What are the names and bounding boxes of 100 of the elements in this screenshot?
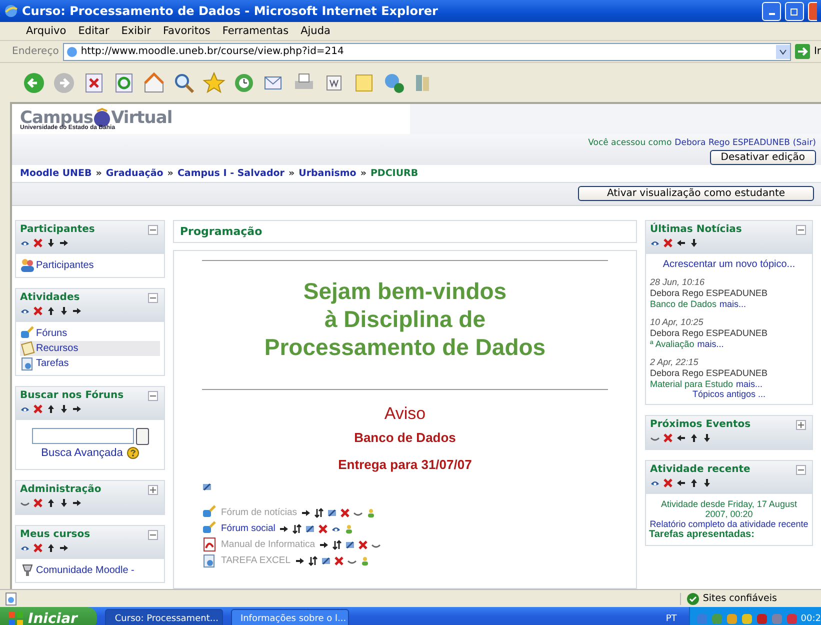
- more-link[interactable]: mais...: [736, 379, 763, 389]
- arrow-up-icon[interactable]: [689, 432, 699, 442]
- block-link[interactable]: Tarefas: [20, 356, 160, 371]
- edit-icon[interactable]: [345, 540, 355, 550]
- collapse-icon[interactable]: [796, 225, 806, 235]
- arrow-left-icon[interactable]: [676, 238, 686, 248]
- delete-icon[interactable]: [33, 542, 43, 552]
- collapse-icon[interactable]: [148, 225, 158, 235]
- delete-icon[interactable]: [33, 404, 43, 414]
- expand-icon[interactable]: [796, 420, 806, 430]
- person-icon[interactable]: [360, 556, 370, 566]
- language-indicator[interactable]: PT: [666, 614, 677, 624]
- arrow-right-icon[interactable]: [59, 238, 69, 248]
- taskbar-button[interactable]: Informações sobre o l...: [231, 609, 350, 625]
- menu-item[interactable]: Exibir: [115, 25, 157, 37]
- block-link[interactable]: Recursos: [20, 341, 160, 356]
- arrow-down-icon[interactable]: [59, 498, 69, 508]
- breadcrumb-link[interactable]: Campus I - Salvador: [177, 168, 284, 179]
- arrow-right-icon[interactable]: [294, 556, 305, 566]
- person-icon[interactable]: [366, 508, 376, 518]
- home-icon[interactable]: [142, 70, 166, 94]
- edit-icon[interactable]: [305, 524, 316, 534]
- arrow-down-icon[interactable]: [59, 404, 69, 414]
- expand-icon[interactable]: [148, 485, 158, 495]
- breadcrumb-link[interactable]: PDCIURB: [370, 168, 418, 179]
- go-label[interactable]: Ir: [814, 46, 821, 57]
- menu-item[interactable]: Favoritos: [156, 25, 216, 37]
- minimize-button[interactable]: [762, 2, 781, 20]
- advanced-search-link[interactable]: Busca Avançada: [41, 447, 123, 459]
- arrow-up-icon[interactable]: [46, 306, 56, 316]
- delete-icon[interactable]: [663, 478, 673, 488]
- full-report-link[interactable]: Relatório completo da atividade recente: [650, 519, 808, 529]
- edit-icon[interactable]: [327, 508, 338, 518]
- arrow-down-icon[interactable]: [702, 432, 712, 442]
- start-button[interactable]: Iniciar: [0, 607, 98, 625]
- delete-icon[interactable]: [33, 238, 43, 248]
- activity-link[interactable]: Fórum social: [221, 523, 276, 534]
- edit-mode-button[interactable]: Desativar edição: [710, 150, 816, 165]
- arrow-up-icon[interactable]: [46, 404, 56, 414]
- menu-item[interactable]: Ferramentas: [216, 25, 295, 37]
- menu-item[interactable]: Arquivo: [20, 25, 72, 37]
- delete-icon[interactable]: [358, 540, 368, 550]
- arrow-left-icon[interactable]: [676, 478, 686, 488]
- arrow-down-icon[interactable]: [702, 478, 712, 488]
- add-topic-link[interactable]: Acrescentar um novo tópico...: [650, 259, 808, 270]
- help-icon[interactable]: [126, 447, 139, 459]
- star-icon[interactable]: [202, 70, 226, 94]
- arrow-down-icon[interactable]: [689, 238, 699, 248]
- delete-icon[interactable]: [318, 524, 328, 534]
- delete-icon[interactable]: [33, 306, 43, 316]
- delete-icon[interactable]: [663, 238, 673, 248]
- more-link[interactable]: mais...: [697, 339, 724, 349]
- move-icon[interactable]: [308, 556, 318, 566]
- block-link[interactable]: Participantes: [20, 258, 160, 273]
- more-link[interactable]: mais...: [720, 299, 746, 309]
- arrow-right-icon[interactable]: [72, 404, 82, 414]
- collapse-icon[interactable]: [796, 465, 806, 475]
- student-view-button[interactable]: Ativar visualização como estudante: [578, 186, 814, 201]
- arrow-down-icon[interactable]: [46, 238, 56, 248]
- arrow-up-icon[interactable]: [689, 478, 699, 488]
- menu-item[interactable]: Ajuda: [294, 25, 336, 37]
- block-link[interactable]: Comunidade Moodle -: [20, 563, 160, 578]
- back-icon[interactable]: [22, 70, 46, 94]
- search-field[interactable]: [32, 428, 134, 444]
- taskbar-button[interactable]: Curso: Processament...: [105, 609, 224, 625]
- block-link[interactable]: Fóruns: [20, 326, 160, 341]
- collapse-icon[interactable]: [148, 391, 158, 401]
- move-icon[interactable]: [314, 508, 324, 518]
- arrow-right-icon[interactable]: [279, 524, 290, 534]
- move-icon[interactable]: [332, 540, 342, 550]
- logout-link[interactable]: (Sair): [792, 138, 816, 148]
- search-button[interactable]: [136, 428, 148, 445]
- collapse-icon[interactable]: [148, 530, 158, 540]
- move-icon[interactable]: [292, 524, 302, 534]
- edit-icon[interactable]: [320, 556, 331, 566]
- arrow-right-icon[interactable]: [72, 498, 82, 508]
- arrow-right-icon[interactable]: [301, 508, 312, 518]
- breadcrumb-link[interactable]: Moodle UNEB: [20, 168, 92, 179]
- delete-icon[interactable]: [334, 556, 344, 566]
- edit-icon[interactable]: [202, 482, 212, 492]
- breadcrumb-link[interactable]: Graduação: [106, 168, 164, 179]
- close-button[interactable]: [808, 2, 817, 20]
- older-topics-link[interactable]: Tópicos antigos ...: [650, 389, 808, 399]
- go-icon[interactable]: [794, 44, 810, 59]
- breadcrumb-link[interactable]: Urbanismo: [298, 168, 356, 179]
- arrow-up-icon[interactable]: [46, 542, 56, 552]
- user-link[interactable]: Debora Rego ESPEADUNEB: [674, 138, 790, 148]
- delete-icon[interactable]: [663, 432, 673, 442]
- arrow-up-icon[interactable]: [46, 498, 56, 508]
- menu-item[interactable]: Editar: [72, 25, 116, 37]
- dropdown-icon[interactable]: [776, 44, 790, 58]
- arrow-right-icon[interactable]: [59, 542, 69, 552]
- arrow-down-icon[interactable]: [59, 306, 69, 316]
- delete-icon[interactable]: [33, 498, 43, 508]
- arrow-left-icon[interactable]: [676, 432, 686, 442]
- maximize-button[interactable]: [785, 2, 804, 20]
- address-field[interactable]: http://www.moodle.uneb.br/course/view.php?id=214: [62, 42, 791, 60]
- arrow-right-icon[interactable]: [72, 306, 82, 316]
- person-icon[interactable]: [344, 524, 354, 534]
- delete-icon[interactable]: [340, 508, 350, 518]
